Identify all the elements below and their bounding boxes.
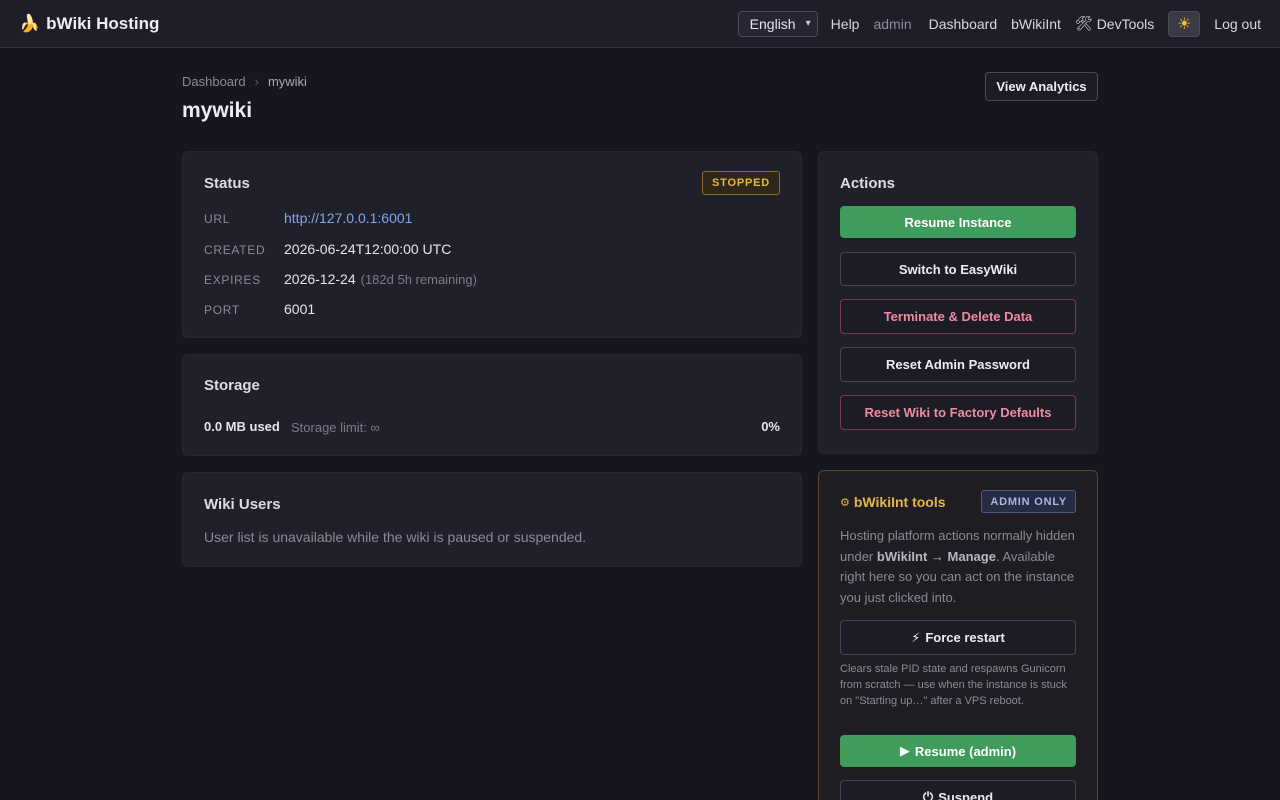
tools-description: Hosting platform actions normally hidden…: [840, 526, 1078, 608]
created-label: CREATED: [204, 243, 266, 257]
wiki-users-card: Wiki Users User list is unavailable whil…: [182, 472, 802, 567]
created-row: CREATED 2026-06-24T12:00:00 UTC: [204, 241, 451, 257]
nav-logout-link[interactable]: Log out: [1214, 16, 1261, 32]
reset-admin-password-button[interactable]: Reset Admin Password: [840, 347, 1076, 382]
actions-card: Actions Resume Instance Switch to EasyWi…: [818, 151, 1098, 454]
power-icon: ⏻: [922, 789, 934, 800]
nav-help-link[interactable]: Help: [831, 16, 860, 32]
storage-percent: 0%: [761, 419, 780, 434]
play-icon: ▶: [899, 743, 910, 758]
tools-title-text: bWikiInt tools: [853, 494, 946, 510]
breadcrumb: Dashboard › mywiki: [182, 74, 307, 89]
storage-card: Storage 0.0 MB used Storage limit: ∞ 0%: [182, 354, 802, 456]
expires-value: 2026-12-24: [284, 271, 356, 287]
force-restart-note: Clears stale PID state and respawns Guni…: [840, 663, 1067, 707]
port-label: PORT: [204, 303, 240, 317]
view-analytics-button[interactable]: View Analytics: [985, 72, 1098, 101]
tools-title: ⚙ bWikiInt tools: [840, 494, 946, 510]
suspend-button[interactable]: ⏻ Suspend: [840, 780, 1076, 800]
brand-name: bWiki Hosting: [46, 13, 160, 33]
expires-row: EXPIRES 2026-12-24 (182d 5h remaining): [204, 271, 477, 287]
reset-factory-button[interactable]: Reset Wiki to Factory Defaults: [840, 395, 1076, 430]
breadcrumb-dashboard-link[interactable]: Dashboard: [182, 74, 246, 89]
brand[interactable]: 🍌 bWiki Hosting: [19, 14, 159, 34]
wiki-users-message: User list is unavailable while the wiki …: [204, 529, 587, 545]
storage-used: 0.0 MB used: [204, 419, 280, 434]
admin-tools-card: ⚙ bWikiInt tools ADMIN ONLY Hosting plat…: [818, 470, 1098, 800]
sun-icon: ☀: [1177, 15, 1192, 33]
language-value: English: [749, 15, 796, 32]
status-heading: Status: [204, 175, 250, 192]
breadcrumb-current: mywiki: [267, 74, 307, 89]
resume-admin-label: Resume (admin): [914, 743, 1017, 759]
resume-instance-button[interactable]: Resume Instance: [840, 206, 1076, 238]
switch-easywiki-button[interactable]: Switch to EasyWiki: [840, 252, 1076, 286]
status-badge: STOPPED: [702, 171, 780, 195]
tools-desc-bold: bWikiInt → Manage: [876, 548, 996, 564]
tools-icon: 🛠: [1074, 15, 1093, 31]
expires-label: EXPIRES: [204, 273, 261, 287]
terminate-button[interactable]: Terminate & Delete Data: [840, 299, 1076, 334]
theme-toggle-button[interactable]: ☀: [1168, 10, 1201, 37]
resume-admin-button[interactable]: ▶ Resume (admin): [840, 735, 1076, 767]
nav-devtools-link[interactable]: 🛠 DevTools: [1075, 15, 1154, 32]
wiki-users-heading: Wiki Users: [204, 496, 281, 513]
force-restart-button[interactable]: ⚡ Force restart: [840, 620, 1076, 655]
nav-dashboard-link[interactable]: Dashboard: [929, 16, 998, 32]
nav-devtools-label: DevTools: [1096, 15, 1155, 32]
lightning-icon: ⚡: [911, 629, 921, 645]
url-label: URL: [204, 212, 231, 226]
status-card: Status STOPPED URL http://127.0.0.1:6001…: [182, 151, 802, 338]
expires-remaining: (182d 5h remaining): [360, 272, 477, 287]
top-navbar: 🍌 bWiki Hosting English ▾ Help admin Das…: [0, 0, 1280, 48]
admin-only-badge: ADMIN ONLY: [981, 490, 1076, 513]
storage-limit: Storage limit: ∞: [291, 420, 380, 435]
url-row: URL http://127.0.0.1:6001: [204, 210, 412, 226]
breadcrumb-separator: ›: [254, 74, 259, 89]
created-value: 2026-06-24T12:00:00 UTC: [284, 241, 452, 257]
actions-heading: Actions: [840, 175, 896, 192]
page-title: mywiki: [182, 99, 253, 122]
port-row: PORT 6001: [204, 301, 315, 317]
force-restart-label: Force restart: [925, 630, 1005, 645]
gear-icon: ⚙: [840, 496, 850, 509]
nav-right: English ▾ Help admin Dashboard bWikiInt …: [737, 10, 1261, 37]
url-link[interactable]: http://127.0.0.1:6001: [284, 210, 412, 226]
nav-bwikiint-link[interactable]: bWikiInt: [1011, 16, 1061, 32]
port-value: 6001: [284, 301, 316, 317]
banana-icon: 🍌: [19, 13, 41, 33]
storage-heading: Storage: [204, 377, 260, 394]
nav-username: admin: [873, 15, 912, 32]
suspend-label: Suspend: [938, 789, 994, 800]
chevron-down-icon: ▾: [805, 18, 811, 29]
language-select[interactable]: English ▾: [737, 10, 818, 37]
